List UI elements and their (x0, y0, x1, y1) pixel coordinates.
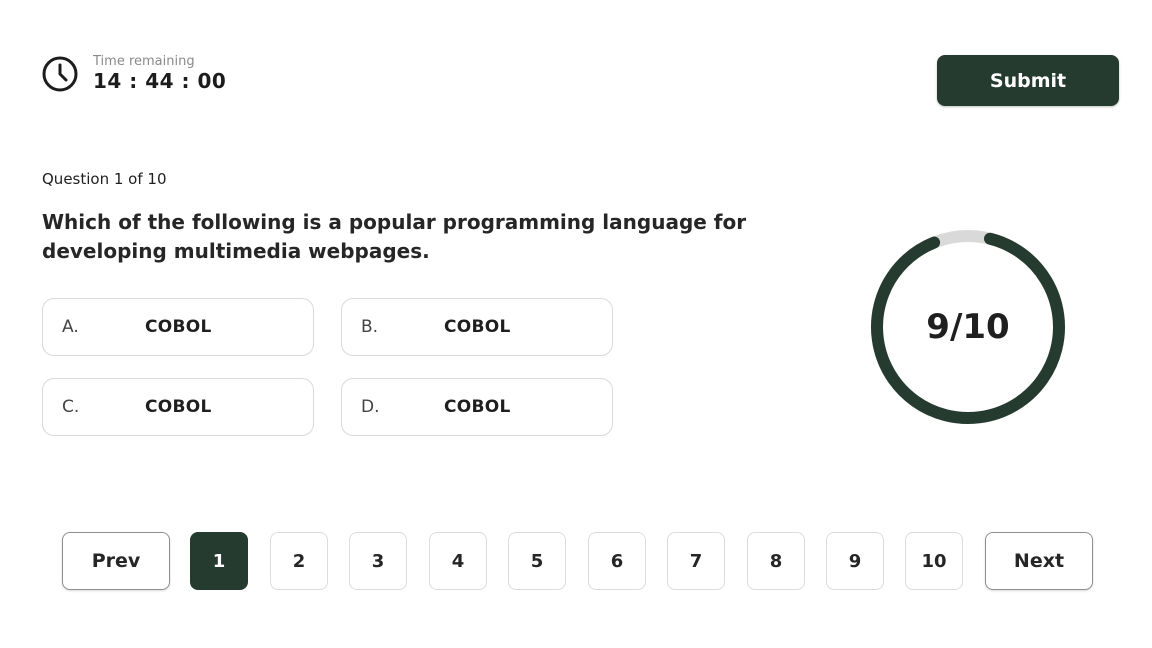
option-answer: COBOL (444, 317, 511, 337)
quiz-page: Time remaining 14 : 44 : 00 Submit Quest… (0, 0, 1152, 648)
page-button-4[interactable]: 4 (429, 532, 487, 590)
page-button-1[interactable]: 1 (190, 532, 248, 590)
option-a[interactable]: A. COBOL (42, 298, 314, 356)
option-letter: B. (361, 317, 379, 337)
option-d[interactable]: D. COBOL (341, 378, 613, 436)
next-button[interactable]: Next (985, 532, 1093, 590)
progress-label: 9/10 (926, 307, 1010, 347)
question-counter: Question 1 of 10 (42, 170, 167, 188)
clock-icon (42, 56, 78, 91)
page-button-8[interactable]: 8 (747, 532, 805, 590)
page-button-7[interactable]: 7 (667, 532, 725, 590)
submit-button[interactable]: Submit (937, 55, 1119, 106)
page-button-5[interactable]: 5 (508, 532, 566, 590)
option-answer: COBOL (444, 397, 511, 417)
page-button-6[interactable]: 6 (588, 532, 646, 590)
page-button-3[interactable]: 3 (349, 532, 407, 590)
option-letter: A. (62, 317, 79, 337)
option-answer: COBOL (145, 317, 212, 337)
question-text: Which of the following is a popular prog… (42, 210, 747, 263)
timer: Time remaining 14 : 44 : 00 (41, 54, 226, 93)
prev-button[interactable]: Prev (62, 532, 170, 590)
option-c[interactable]: C. COBOL (42, 378, 314, 436)
page-button-10[interactable]: 10 (905, 532, 963, 590)
option-letter: C. (62, 397, 80, 417)
option-letter: D. (361, 397, 380, 417)
pagination: Prev 1 2 3 4 5 6 7 8 9 10 Next (0, 532, 1152, 592)
timer-label: Time remaining (93, 54, 195, 69)
option-b[interactable]: B. COBOL (341, 298, 613, 356)
timer-texts: Time remaining 14 : 44 : 00 (93, 54, 226, 93)
page-button-2[interactable]: 2 (270, 532, 328, 590)
timer-value: 14 : 44 : 00 (93, 69, 227, 93)
page-button-9[interactable]: 9 (826, 532, 884, 590)
option-answer: COBOL (145, 397, 212, 417)
